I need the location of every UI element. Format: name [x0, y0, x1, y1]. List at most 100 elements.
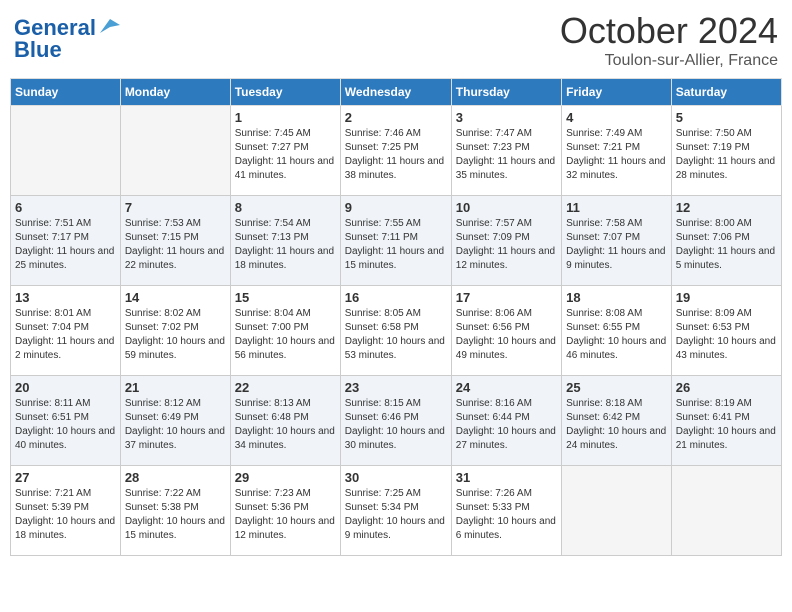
day-info: Sunrise: 7:23 AMSunset: 5:36 PMDaylight:…: [235, 487, 336, 543]
calendar-cell: 1 Sunrise: 7:45 AMSunset: 7:27 PMDaylight…: [230, 106, 340, 196]
day-info: Sunrise: 8:01 AMSunset: 7:04 PMDaylight:…: [15, 307, 116, 363]
day-info: Sunrise: 7:50 AMSunset: 7:19 PMDaylight:…: [676, 127, 777, 183]
calendar-cell: 31 Sunrise: 7:26 AMSunset: 5:33 PMDayligh…: [451, 466, 561, 556]
calendar-cell: [671, 466, 781, 556]
calendar-cell: [562, 466, 672, 556]
day-number: 3: [456, 110, 557, 125]
day-number: 18: [566, 290, 667, 305]
day-number: 21: [125, 380, 226, 395]
calendar-cell: 30Sunrise: 7:25 AMSunset: 5:34 PMDayligh…: [340, 466, 451, 556]
day-info: Sunrise: 7:25 AMSunset: 5:34 PMDaylight:…: [345, 487, 447, 543]
day-info: Sunrise: 8:19 AMSunset: 6:41 PMDaylight:…: [676, 397, 777, 453]
calendar-week-row: 13 Sunrise: 8:01 AMSunset: 7:04 PMDayligh…: [11, 286, 782, 376]
day-number: 14: [125, 290, 226, 305]
day-info: Sunrise: 8:18 AMSunset: 6:42 PMDaylight:…: [566, 397, 667, 453]
calendar-cell: 3 Sunrise: 7:47 AMSunset: 7:23 PMDaylight…: [451, 106, 561, 196]
day-info: Sunrise: 7:57 AMSunset: 7:09 PMDaylight:…: [456, 217, 557, 273]
location: Toulon-sur-Allier, France: [560, 52, 778, 70]
day-number: 17: [456, 290, 557, 305]
day-info: Sunrise: 8:02 AMSunset: 7:02 PMDaylight:…: [125, 307, 226, 363]
day-number: 13: [15, 290, 116, 305]
day-info: Sunrise: 8:00 AMSunset: 7:06 PMDaylight:…: [676, 217, 777, 273]
calendar-cell: 16 Sunrise: 8:05 AMSunset: 6:58 PMDayligh…: [340, 286, 451, 376]
calendar-cell: 19 Sunrise: 8:09 AMSunset: 6:53 PMDayligh…: [671, 286, 781, 376]
calendar-cell: 13 Sunrise: 8:01 AMSunset: 7:04 PMDayligh…: [11, 286, 121, 376]
page-header: General Blue October 2024 Toulon-sur-All…: [10, 10, 782, 70]
calendar-cell: 11Sunrise: 7:58 AMSunset: 7:07 PMDayligh…: [562, 196, 672, 286]
day-number: 12: [676, 200, 777, 215]
day-info: Sunrise: 7:47 AMSunset: 7:23 PMDaylight:…: [456, 127, 557, 183]
day-info: Sunrise: 7:49 AMSunset: 7:21 PMDaylight:…: [566, 127, 667, 183]
calendar-cell: 24Sunrise: 8:16 AMSunset: 6:44 PMDayligh…: [451, 376, 561, 466]
day-number: 9: [345, 200, 447, 215]
day-info: Sunrise: 8:08 AMSunset: 6:55 PMDaylight:…: [566, 307, 667, 363]
day-number: 2: [345, 110, 447, 125]
calendar-week-row: 20Sunrise: 8:11 AMSunset: 6:51 PMDayligh…: [11, 376, 782, 466]
day-info: Sunrise: 8:13 AMSunset: 6:48 PMDaylight:…: [235, 397, 336, 453]
day-number: 27: [15, 470, 116, 485]
calendar-cell: 18 Sunrise: 8:08 AMSunset: 6:55 PMDayligh…: [562, 286, 672, 376]
calendar-cell: 14 Sunrise: 8:02 AMSunset: 7:02 PMDayligh…: [120, 286, 230, 376]
weekday-header-monday: Monday: [120, 79, 230, 106]
day-info: Sunrise: 8:12 AMSunset: 6:49 PMDaylight:…: [125, 397, 226, 453]
weekday-header-thursday: Thursday: [451, 79, 561, 106]
day-number: 15: [235, 290, 336, 305]
month-title: October 2024: [560, 10, 778, 52]
day-info: Sunrise: 7:58 AMSunset: 7:07 PMDaylight:…: [566, 217, 667, 273]
day-info: Sunrise: 7:45 AMSunset: 7:27 PMDaylight:…: [235, 127, 336, 183]
day-info: Sunrise: 8:05 AMSunset: 6:58 PMDaylight:…: [345, 307, 447, 363]
calendar-cell: 26 Sunrise: 8:19 AMSunset: 6:41 PMDayligh…: [671, 376, 781, 466]
day-info: Sunrise: 7:55 AMSunset: 7:11 PMDaylight:…: [345, 217, 447, 273]
day-info: Sunrise: 7:26 AMSunset: 5:33 PMDaylight:…: [456, 487, 557, 543]
calendar-cell: 5Sunrise: 7:50 AMSunset: 7:19 PMDaylight…: [671, 106, 781, 196]
logo-text-blue: Blue: [14, 38, 120, 62]
weekday-header-saturday: Saturday: [671, 79, 781, 106]
day-number: 23: [345, 380, 447, 395]
calendar-cell: 9 Sunrise: 7:55 AMSunset: 7:11 PMDaylight…: [340, 196, 451, 286]
day-number: 10: [456, 200, 557, 215]
calendar-cell: 27 Sunrise: 7:21 AMSunset: 5:39 PMDayligh…: [11, 466, 121, 556]
logo: General Blue: [14, 16, 120, 62]
day-number: 22: [235, 380, 336, 395]
day-info: Sunrise: 8:06 AMSunset: 6:56 PMDaylight:…: [456, 307, 557, 363]
calendar-cell: 28 Sunrise: 7:22 AMSunset: 5:38 PMDayligh…: [120, 466, 230, 556]
day-number: 24: [456, 380, 557, 395]
day-info: Sunrise: 7:51 AMSunset: 7:17 PMDaylight:…: [15, 217, 116, 273]
day-info: Sunrise: 7:54 AMSunset: 7:13 PMDaylight:…: [235, 217, 336, 273]
calendar-cell: 15 Sunrise: 8:04 AMSunset: 7:00 PMDayligh…: [230, 286, 340, 376]
day-number: 16: [345, 290, 447, 305]
calendar-week-row: 6 Sunrise: 7:51 AMSunset: 7:17 PMDaylight…: [11, 196, 782, 286]
day-number: 1: [235, 110, 336, 125]
day-number: 25: [566, 380, 667, 395]
calendar-cell: 29Sunrise: 7:23 AMSunset: 5:36 PMDayligh…: [230, 466, 340, 556]
day-number: 6: [15, 200, 116, 215]
day-info: Sunrise: 8:04 AMSunset: 7:00 PMDaylight:…: [235, 307, 336, 363]
day-info: Sunrise: 8:09 AMSunset: 6:53 PMDaylight:…: [676, 307, 777, 363]
day-number: 26: [676, 380, 777, 395]
day-number: 8: [235, 200, 336, 215]
day-number: 20: [15, 380, 116, 395]
calendar-cell: 7Sunrise: 7:53 AMSunset: 7:15 PMDaylight…: [120, 196, 230, 286]
logo-bird-icon: [98, 15, 120, 37]
calendar-week-row: 27 Sunrise: 7:21 AMSunset: 5:39 PMDayligh…: [11, 466, 782, 556]
day-info: Sunrise: 7:22 AMSunset: 5:38 PMDaylight:…: [125, 487, 226, 543]
calendar-cell: 23 Sunrise: 8:15 AMSunset: 6:46 PMDayligh…: [340, 376, 451, 466]
weekday-header-wednesday: Wednesday: [340, 79, 451, 106]
day-number: 28: [125, 470, 226, 485]
calendar-cell: [120, 106, 230, 196]
day-info: Sunrise: 7:46 AMSunset: 7:25 PMDaylight:…: [345, 127, 447, 183]
day-number: 19: [676, 290, 777, 305]
calendar-cell: 12 Sunrise: 8:00 AMSunset: 7:06 PMDayligh…: [671, 196, 781, 286]
day-info: Sunrise: 7:53 AMSunset: 7:15 PMDaylight:…: [125, 217, 226, 273]
weekday-header-sunday: Sunday: [11, 79, 121, 106]
calendar-cell: 8 Sunrise: 7:54 AMSunset: 7:13 PMDaylight…: [230, 196, 340, 286]
calendar-cell: 20Sunrise: 8:11 AMSunset: 6:51 PMDayligh…: [11, 376, 121, 466]
day-number: 31: [456, 470, 557, 485]
calendar-cell: 17 Sunrise: 8:06 AMSunset: 6:56 PMDayligh…: [451, 286, 561, 376]
day-info: Sunrise: 7:21 AMSunset: 5:39 PMDaylight:…: [15, 487, 116, 543]
day-info: Sunrise: 8:15 AMSunset: 6:46 PMDaylight:…: [345, 397, 447, 453]
weekday-header-tuesday: Tuesday: [230, 79, 340, 106]
weekday-header-friday: Friday: [562, 79, 672, 106]
calendar-table: SundayMondayTuesdayWednesdayThursdayFrid…: [10, 78, 782, 556]
calendar-cell: 10 Sunrise: 7:57 AMSunset: 7:09 PMDayligh…: [451, 196, 561, 286]
